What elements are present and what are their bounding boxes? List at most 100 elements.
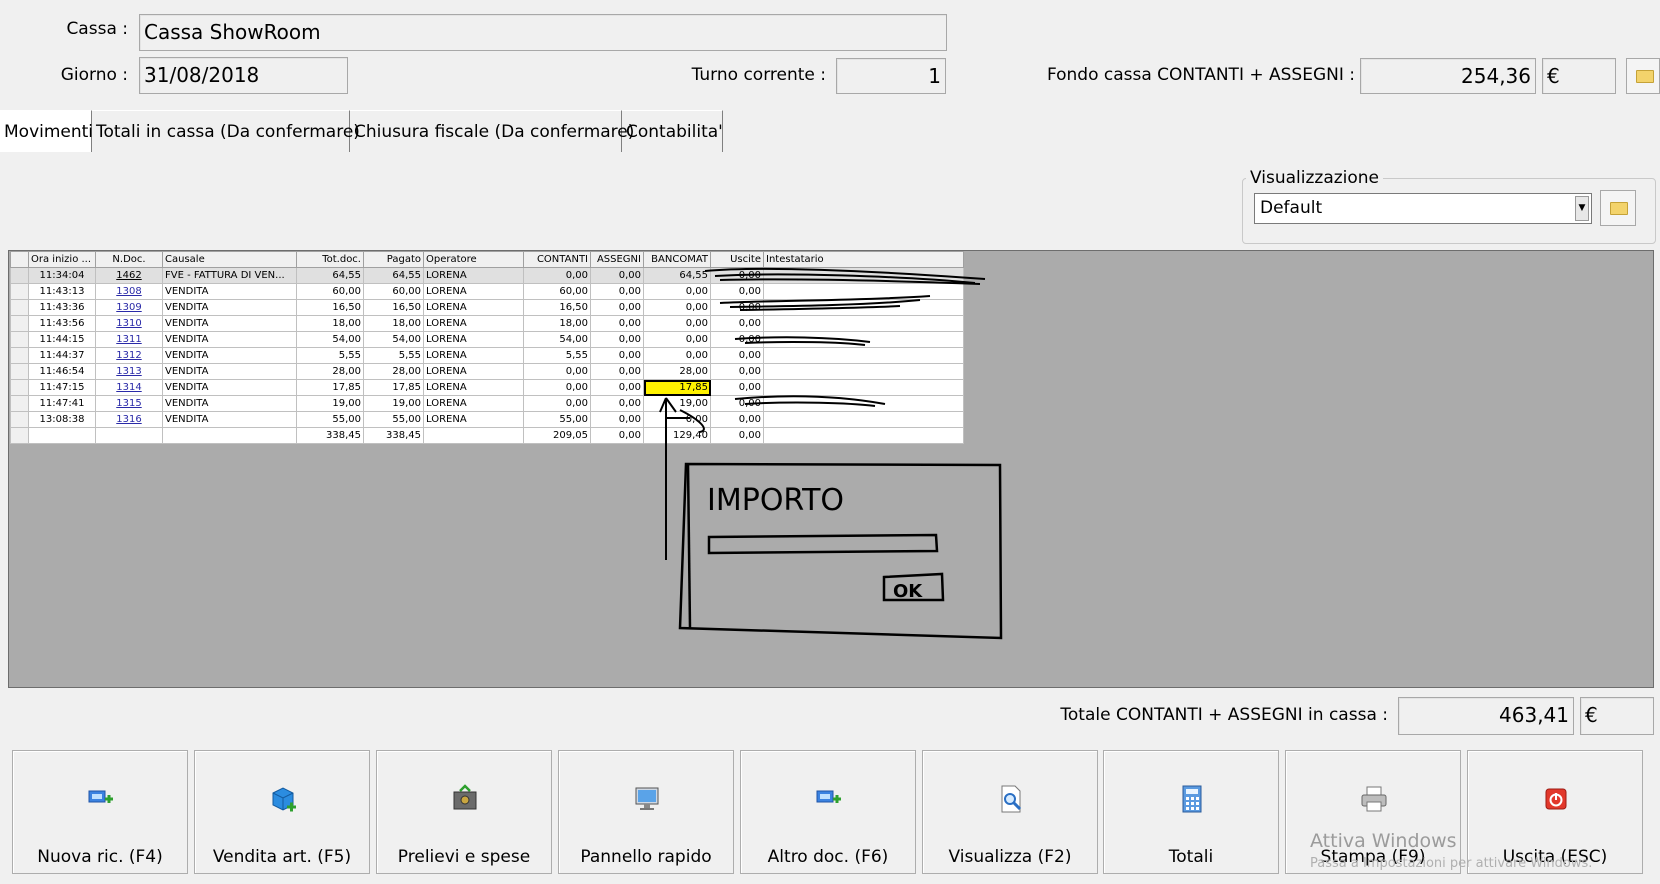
table-row[interactable]: 11:43:36 1309 VENDITA 16,50 16,50 LORENA… [10,299,964,316]
col-ndoc[interactable]: N.Doc. [95,251,163,268]
cell-ndoc[interactable]: 1315 [95,395,163,412]
table-row[interactable]: 11:44:37 1312 VENDITA 5,55 5,55 LORENA 5… [10,347,964,364]
prelievi-spese-button[interactable]: Prelievi e spese [376,750,552,874]
doc-link[interactable]: 1312 [116,350,141,361]
doc-link[interactable]: 1310 [116,318,141,329]
col-ora[interactable]: Ora inizio ... [28,251,96,268]
table-row[interactable]: 11:46:54 1313 VENDITA 28,00 28,00 LORENA… [10,363,964,380]
cell-contanti: 0,00 [523,267,591,284]
table-row[interactable]: 11:43:56 1310 VENDITA 18,00 18,00 LORENA… [10,315,964,332]
cell-ora: 11:34:04 [28,267,96,284]
cell-intestatario [763,299,964,316]
giorno-label: Giorno : [60,65,128,85]
table-row[interactable]: 13:08:38 1316 VENDITA 55,00 55,00 LORENA… [10,411,964,428]
turno-field[interactable]: 1 [836,58,946,94]
col-totdoc[interactable]: Tot.doc. [296,251,364,268]
pannello-rapido-button[interactable]: Pannello rapido [558,750,734,874]
cell-tot: 54,00 [296,331,364,348]
row-indicator [10,395,29,412]
cell-intestatario [763,379,964,396]
tab-totali-in-cassa[interactable]: Totali in cassa (Da confermare) [92,110,360,152]
cell-contanti: 18,00 [523,315,591,332]
cell-bancomat-highlighted[interactable]: 17,85 [643,379,711,396]
magnifier-doc-icon [1001,785,1022,813]
cell-ndoc[interactable]: 1310 [95,315,163,332]
doc-link[interactable]: 1314 [116,382,141,393]
cell-ndoc[interactable]: 1313 [95,363,163,380]
cell-uscite: 0,00 [710,395,764,412]
tab-chiusura-fiscale[interactable]: Chiusura fiscale (Da confermare) [350,110,634,152]
table-row[interactable]: 11:47:15 1314 VENDITA 17,85 17,85 LORENA… [10,379,964,396]
tab-contabilita[interactable]: Contabilita' [622,110,723,152]
visualizza-button[interactable]: Visualizza (F2) [922,750,1098,874]
cell-intestatario [763,363,964,380]
col-causale[interactable]: Causale [162,251,297,268]
total-field: 463,41 [1398,697,1574,735]
cell-bancomat: 0,00 [643,283,711,300]
cell-ndoc[interactable]: 1312 [95,347,163,364]
view-folder-button[interactable] [1600,190,1636,226]
altro-documento-button[interactable]: Altro doc. (F6) [740,750,916,874]
cell-operatore: LORENA [423,299,524,316]
table-row[interactable]: 11:34:04 1462 FVE - FATTURA DI VEN... 64… [10,267,964,284]
doc-link[interactable]: 1313 [116,366,141,377]
cell-empty [423,427,524,444]
cell-ndoc[interactable]: 1316 [95,411,163,428]
cell-uscite: 0,00 [710,411,764,428]
totali-button[interactable]: Totali [1103,750,1279,874]
row-indicator [10,347,29,364]
fondo-folder-button[interactable] [1626,58,1660,94]
fondo-field[interactable]: 254,36 [1360,58,1536,94]
nuova-ricevuta-button[interactable]: Nuova ric. (F4) [12,750,188,874]
folder-icon [1636,70,1654,83]
cell-pagato: 60,00 [363,283,424,300]
activation-watermark-title: Attiva Windows [1310,830,1457,852]
cell-contanti: 0,00 [523,363,591,380]
col-bancomat[interactable]: BANCOMAT [643,251,711,268]
doc-link[interactable]: 1308 [116,286,141,297]
table-row[interactable]: 11:43:13 1308 VENDITA 60,00 60,00 LORENA… [10,283,964,300]
col-pagato[interactable]: Pagato [363,251,424,268]
col-operatore[interactable]: Operatore [423,251,524,268]
table-header: Ora inizio ... N.Doc. Causale Tot.doc. P… [10,251,964,268]
cell-intestatario [763,347,964,364]
table-row[interactable]: 11:44:15 1311 VENDITA 54,00 54,00 LORENA… [10,331,964,348]
cell-assegni: 0,00 [590,267,644,284]
cell-operatore: LORENA [423,331,524,348]
total-currency: € [1580,697,1654,735]
cassa-field[interactable]: Cassa ShowRoom [139,14,947,51]
doc-link[interactable]: 1316 [116,414,141,425]
chevron-down-icon[interactable]: ▼ [1575,196,1589,221]
folder-icon [1610,202,1628,215]
doc-link[interactable]: 1462 [116,270,141,281]
totali-label: Totali [1168,847,1214,867]
cell-bancomat: 28,00 [643,363,711,380]
cell-uscite: 0,00 [710,267,764,284]
sale-box-icon [272,787,296,812]
vendita-articolo-button[interactable]: Vendita art. (F5) [194,750,370,874]
col-uscite[interactable]: Uscite [710,251,764,268]
cell-tot: 64,55 [296,267,364,284]
col-contanti[interactable]: CONTANTI [523,251,591,268]
printer-icon [1361,786,1387,812]
cell-uscite: 0,00 [710,315,764,332]
giorno-field[interactable]: 31/08/2018 [139,57,348,94]
doc-link[interactable]: 1309 [116,302,141,313]
col-assegni[interactable]: ASSEGNI [590,251,644,268]
doc-link[interactable]: 1311 [116,334,141,345]
cell-ndoc[interactable]: 1314 [95,379,163,396]
visualizzazione-title: Visualizzazione [1246,168,1384,188]
cell-intestatario [763,411,964,428]
cell-ndoc[interactable]: 1308 [95,283,163,300]
cell-ndoc[interactable]: 1462 [95,267,163,284]
row-indicator [10,411,29,428]
cell-bancomat: 0,00 [643,411,711,428]
tab-movimenti[interactable]: Movimenti [0,110,93,152]
col-intestatario[interactable]: Intestatario [763,251,964,268]
doc-link[interactable]: 1315 [116,398,141,409]
cell-ndoc[interactable]: 1311 [95,331,163,348]
cell-ndoc[interactable]: 1309 [95,299,163,316]
total-uscite: 0,00 [710,427,764,444]
view-select[interactable]: Default ▼ [1254,193,1592,224]
table-row[interactable]: 11:47:41 1315 VENDITA 19,00 19,00 LORENA… [10,395,964,412]
